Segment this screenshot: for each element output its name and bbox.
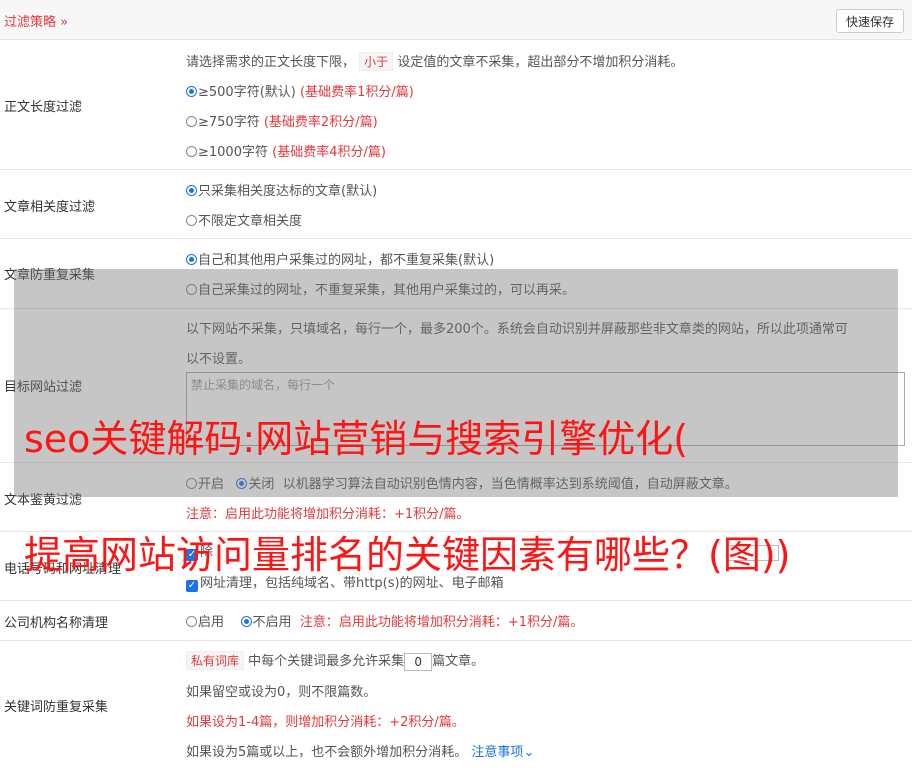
relevance-option-any[interactable]: 不限定文章相关度 (186, 210, 302, 229)
filter-header: 过滤策略 » 快速保存 (0, 0, 912, 40)
gray-overlay (14, 269, 898, 497)
chevron-down-icon: ⌄ (523, 745, 535, 760)
relevance-option-qualified[interactable]: 只采集相关度达标的文章(默认) (186, 180, 377, 199)
company-option-on[interactable]: 启用 (186, 615, 224, 630)
radio-icon[interactable] (186, 146, 197, 157)
radio-selected-icon[interactable] (186, 254, 197, 265)
chevron-double-down-icon: » (60, 15, 69, 30)
radio-icon[interactable] (186, 116, 197, 127)
row-length-filter: 正文长度过滤 请选择需求的正文长度下限， 小于 设定值的文章不采集，超出部分不增… (0, 40, 912, 170)
length-desc: 请选择需求的正文长度下限， (186, 55, 356, 70)
row-company-cleanup: 公司机构名称清理 启用 不启用 注意：启用此功能将增加积分消耗：+1积分/篇。 (0, 601, 912, 641)
company-option-off[interactable]: 不启用 (240, 615, 292, 630)
row-label: 公司机构名称清理 (4, 616, 109, 631)
quick-save-button[interactable]: 快速保存 (836, 9, 904, 33)
row-keyword-dedup: 关键词防重复采集 私有词库 中每个关键词最多允许采集 0 篇文章。 如果留空或设为0… (0, 641, 912, 768)
filter-strategy-toggle[interactable]: 过滤策略 » (4, 11, 68, 30)
less-than-tag: 小于 (359, 52, 394, 71)
row-label: 文章相关度过滤 (4, 200, 96, 215)
length-option-750[interactable]: ≥750字符 (基础费率2积分/篇) (186, 111, 378, 130)
row-label: 正文长度过滤 (4, 100, 83, 115)
radio-icon[interactable] (186, 215, 197, 226)
dedup-option-all[interactable]: 自己和其他用户采集过的网址，都不重复采集(默认) (186, 249, 494, 268)
max-articles-input[interactable]: 0 (404, 652, 433, 671)
notes-link[interactable]: 注意事项⌄ (471, 745, 534, 760)
row-relevance-filter: 文章相关度过滤 只采集相关度达标的文章(默认) 不限定文章相关度 (0, 170, 912, 239)
checkbox-checked-icon[interactable]: ✓ (186, 580, 198, 592)
radio-selected-icon[interactable] (240, 616, 252, 627)
radio-selected-icon[interactable] (186, 185, 197, 196)
radio-selected-icon[interactable] (186, 86, 197, 97)
porn-warning: 注意：启用此功能将增加积分消耗：+1积分/篇。 (186, 507, 470, 522)
private-lexicon-link[interactable]: 私有词库 (186, 651, 245, 670)
overlay-headline-2: 提高网站访问量排名的关键因素有哪些？(图)) (24, 533, 791, 577)
length-option-500[interactable]: ≥500字符(默认) (基础费率1积分/篇) (186, 81, 414, 100)
length-option-1000[interactable]: ≥1000字符 (基础费率4积分/篇) (186, 141, 386, 160)
row-label: 关键词防重复采集 (4, 700, 109, 715)
radio-icon[interactable] (186, 616, 197, 627)
overlay-headline-1: seo关键解码:网站营销与搜索引擎优化( (24, 417, 689, 461)
